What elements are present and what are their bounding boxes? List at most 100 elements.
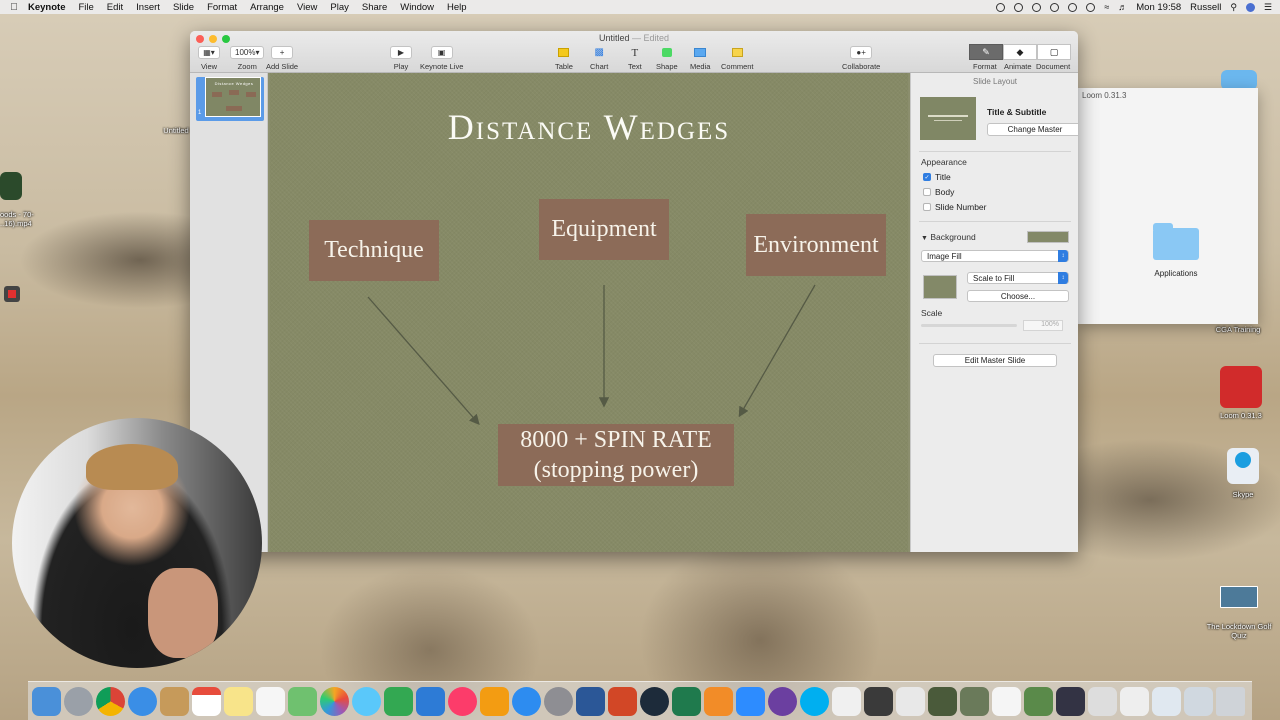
tab-document[interactable]: Document: [1036, 62, 1070, 71]
video-thumbnail-icon[interactable]: [960, 686, 989, 716]
menu-share[interactable]: Share: [362, 2, 387, 13]
menu-view[interactable]: View: [297, 2, 317, 13]
background-color-swatch[interactable]: [1027, 231, 1069, 243]
change-master-button[interactable]: Change Master: [987, 123, 1078, 136]
apple-menu-icon[interactable]: : [0, 2, 28, 13]
finder-icon[interactable]: [32, 686, 61, 716]
toolbar-zoom[interactable]: 100% ▾ Zoom: [230, 46, 265, 71]
keynote-icon[interactable]: [416, 686, 445, 716]
menu-window[interactable]: Window: [400, 2, 434, 13]
toolbar-add-slide[interactable]: + Add Slide: [266, 46, 298, 71]
file-icon[interactable]: [1152, 686, 1181, 716]
file-icon[interactable]: [992, 686, 1021, 716]
keynote-live-icon[interactable]: ▣: [430, 46, 453, 59]
menu-arrange[interactable]: Arrange: [250, 2, 284, 13]
file-icon[interactable]: [1088, 686, 1117, 716]
trash-icon[interactable]: [1216, 686, 1245, 716]
music-icon[interactable]: [448, 686, 477, 716]
desktop-skype-label[interactable]: Skype: [1222, 490, 1264, 499]
desktop-folder-icon[interactable]: [1221, 70, 1257, 90]
books-icon[interactable]: [480, 686, 509, 716]
edit-master-slide-button[interactable]: Edit Master Slide: [933, 354, 1057, 367]
animate-tab-icon[interactable]: ◆: [1003, 44, 1037, 60]
table-icon[interactable]: [558, 48, 570, 57]
toolbar-keynote-live[interactable]: ▣ Keynote Live: [420, 46, 463, 71]
contacts-icon[interactable]: [160, 686, 189, 716]
scale-value-field[interactable]: 100%: [1023, 320, 1063, 331]
scale-slider[interactable]: [921, 324, 1017, 327]
shape-icon[interactable]: [661, 48, 672, 57]
app-store-icon[interactable]: [512, 686, 541, 716]
image-fill-thumbnail[interactable]: [923, 275, 957, 299]
status-icon[interactable]: [996, 2, 1006, 12]
safari-icon[interactable]: [128, 686, 157, 716]
toolbar-view[interactable]: ▦▾ View: [198, 46, 220, 71]
body-checkbox-row[interactable]: Body: [923, 187, 954, 197]
edge-icon[interactable]: [672, 686, 701, 716]
tab-animate[interactable]: Animate: [1004, 62, 1032, 71]
menu-file[interactable]: File: [78, 2, 93, 13]
menu-play[interactable]: Play: [330, 2, 348, 13]
siri-icon[interactable]: [1245, 2, 1255, 12]
video-thumbnail-icon[interactable]: [928, 686, 957, 716]
skype-icon[interactable]: [800, 686, 829, 716]
menu-slide[interactable]: Slide: [173, 2, 194, 13]
applications-folder-icon[interactable]: [1153, 223, 1199, 260]
slide-number-checkbox[interactable]: [923, 203, 931, 211]
maps-icon[interactable]: [288, 686, 317, 716]
desktop-file-thumbnail[interactable]: [0, 172, 22, 200]
toolbar-media[interactable]: Media: [690, 46, 710, 71]
clock[interactable]: Mon 19:58: [1136, 2, 1181, 13]
cloud-icon[interactable]: [1032, 2, 1042, 12]
choose-image-button[interactable]: Choose...: [967, 290, 1069, 302]
window-thumbnail-icon[interactable]: [1056, 686, 1085, 716]
play-icon[interactable]: ▶: [390, 46, 412, 59]
menu-help[interactable]: Help: [447, 2, 467, 13]
desktop-loom-label[interactable]: Loom 0.31.3: [1210, 411, 1272, 420]
scale-mode-select[interactable]: Scale to Fill ↕: [967, 272, 1069, 284]
zoom-icon[interactable]: [736, 686, 765, 716]
toolbar-text[interactable]: T Text: [628, 46, 642, 72]
photos-icon[interactable]: [320, 686, 349, 716]
menu-app-keynote[interactable]: Keynote: [28, 2, 65, 13]
finder-window[interactable]: Loom 0.31.3 Applications: [1078, 88, 1258, 324]
applications-folder-label[interactable]: Applications: [1144, 269, 1208, 278]
title-checkbox[interactable]: ✓: [923, 173, 931, 181]
document-tab-icon[interactable]: ▢: [1037, 44, 1071, 60]
menu-insert[interactable]: Insert: [136, 2, 160, 13]
file-icon[interactable]: [896, 686, 925, 716]
bluetooth-icon[interactable]: [1086, 2, 1096, 12]
desktop-quiz-label[interactable]: The Lockdown Golf Quiz: [1198, 622, 1280, 640]
user-name[interactable]: Russell: [1190, 2, 1221, 13]
master-thumbnail[interactable]: [920, 97, 976, 140]
launchpad-icon[interactable]: [64, 686, 93, 716]
numbers-icon[interactable]: [384, 686, 413, 716]
add-slide-icon[interactable]: +: [271, 46, 294, 59]
toolbar-shape[interactable]: Shape: [656, 46, 678, 71]
desktop-cga-training-label[interactable]: CGA Training: [1200, 325, 1276, 334]
wifi-icon[interactable]: ≈: [1104, 2, 1109, 12]
background-section[interactable]: ▼ Background: [921, 232, 976, 242]
image-thumbnail-icon[interactable]: [1024, 686, 1053, 716]
calendar-icon[interactable]: [192, 686, 221, 716]
zoom-select[interactable]: 100% ▾: [230, 46, 265, 59]
toolbar-comment[interactable]: Comment: [721, 46, 754, 71]
reminders-icon[interactable]: [256, 686, 285, 716]
system-preferences-icon[interactable]: [544, 686, 573, 716]
view-icon[interactable]: ▦▾: [198, 46, 220, 59]
menu-edit[interactable]: Edit: [107, 2, 123, 13]
loom-app-icon[interactable]: [1220, 366, 1262, 408]
toolbar-collaborate[interactable]: ●+ Collaborate: [842, 46, 880, 71]
title-checkbox-row[interactable]: ✓ Title: [923, 172, 951, 182]
disclosure-triangle-icon[interactable]: ▼: [921, 235, 928, 242]
format-tab-icon[interactable]: ✎: [969, 44, 1003, 60]
toolbar-chart[interactable]: ▩ Chart: [590, 46, 608, 71]
messages-icon[interactable]: [352, 686, 381, 716]
fill-type-select[interactable]: Image Fill ↕: [921, 250, 1069, 262]
volume-icon[interactable]: ♬: [1118, 2, 1127, 12]
imovie-icon[interactable]: [768, 686, 797, 716]
play-icon[interactable]: [1050, 2, 1060, 12]
vlc-icon[interactable]: [704, 686, 733, 716]
slide-thumbnail-1[interactable]: Distance Wedges: [205, 77, 261, 117]
chart-icon[interactable]: ▩: [594, 47, 603, 58]
